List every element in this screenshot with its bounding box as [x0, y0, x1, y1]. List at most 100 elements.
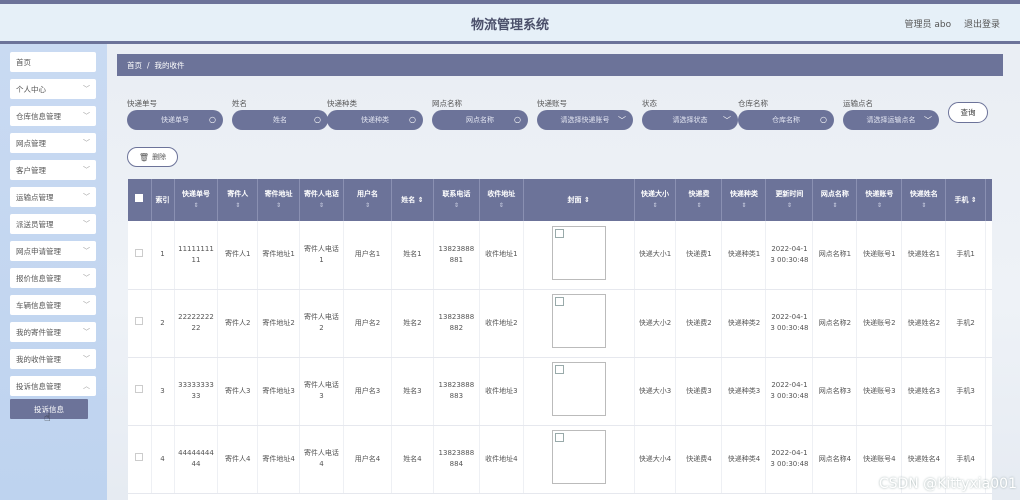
- sort-icon[interactable]: ⇕: [175, 200, 218, 211]
- sidebar-item-my-sent[interactable]: 我的寄件管理 ﹀: [10, 322, 96, 342]
- table-cell: 寄件地址3: [257, 357, 300, 426]
- breadcrumb-home[interactable]: 首页: [127, 60, 142, 71]
- sort-icon[interactable]: ⇕: [480, 200, 523, 211]
- column-header[interactable]: 更新时间 ⇕: [765, 179, 814, 221]
- column-header[interactable]: 联系电话 ⇕: [433, 179, 480, 221]
- query-button[interactable]: 查询: [948, 102, 988, 123]
- column-header[interactable]: 姓名 ⇕: [391, 179, 434, 221]
- transport-point-select[interactable]: 请选择运输点名 ﹀: [843, 110, 939, 130]
- table-cell: 姓名2: [391, 289, 434, 358]
- column-header[interactable]: 快递大小 ⇕: [634, 179, 677, 221]
- search-icon: ○: [314, 115, 321, 124]
- column-header[interactable]: 收件地址 ⇕: [479, 179, 524, 221]
- outlet-name-input[interactable]: 网点名称 ○: [432, 110, 528, 130]
- table-cell: 快递大小4: [634, 425, 677, 494]
- row-checkbox[interactable]: [135, 248, 144, 257]
- chevron-down-icon: ﹀: [83, 193, 90, 201]
- sort-icon[interactable]: ⇕: [857, 200, 901, 211]
- column-header[interactable]: 网点名称 ⇕: [812, 179, 858, 221]
- table-cell: 车牌3: [985, 357, 992, 426]
- table-cell: 快递大小3: [634, 357, 677, 426]
- sort-icon[interactable]: ⇕: [766, 200, 812, 211]
- express-account-select[interactable]: 请选择快递账号 ﹀: [537, 110, 633, 130]
- sidebar-item-transport-point[interactable]: 运输点管理 ﹀: [10, 187, 96, 207]
- sort-icon[interactable]: ⇕: [434, 200, 479, 211]
- filter-name: 姓名 姓名 ○: [232, 98, 328, 130]
- sidebar-item-warehouse[interactable]: 仓库信息管理 ﹀: [10, 106, 96, 126]
- sort-icon[interactable]: ⇕: [258, 200, 299, 211]
- sidebar-subitem-complaint-info[interactable]: 投诉信息 ☝: [10, 399, 88, 424]
- breadcrumb: 首页 / 我的收件: [117, 54, 1003, 76]
- sidebar-item-courier[interactable]: 派送员管理 ﹀: [10, 214, 96, 234]
- sort-icon[interactable]: ⇕: [971, 196, 977, 204]
- sort-icon[interactable]: ⇕: [300, 200, 343, 211]
- sort-icon[interactable]: ⇕: [218, 200, 257, 211]
- column-header[interactable]: 手机 ⇕: [945, 179, 987, 221]
- column-header[interactable]: 寄件人电话 ⇕: [299, 179, 344, 221]
- table-cell: 快递种类1: [721, 221, 767, 290]
- sort-icon[interactable]: ⇕: [344, 200, 391, 211]
- column-header[interactable]: 寄件地址 ⇕: [257, 179, 300, 221]
- chevron-down-icon: ﹀: [83, 355, 90, 363]
- sidebar-item-outlet[interactable]: 网点管理 ﹀: [10, 133, 96, 153]
- column-header[interactable]: 封面 ⇕: [523, 179, 635, 221]
- sidebar-item-my-received[interactable]: 我的收件管理 ﹀: [10, 349, 96, 369]
- table-row[interactable]: 1 1111111111 寄件人1 寄件地址1 寄件人电话1 用户名1 姓名1 1382388…: [128, 221, 992, 290]
- sidebar-item-outlet-application[interactable]: 网点申请管理 ﹀: [10, 241, 96, 261]
- select-all-header[interactable]: [128, 179, 152, 221]
- table-cell: 收件地址2: [479, 289, 524, 358]
- chevron-down-icon: ﹀: [723, 116, 731, 125]
- table-cell: 2022-04-13 00:30:48: [765, 357, 814, 426]
- table-row[interactable]: 2 2222222222 寄件人2 寄件地址2 寄件人电话2 用户名2 姓名2 1382388…: [128, 289, 992, 358]
- sort-icon[interactable]: ⇕: [676, 200, 721, 211]
- status-select[interactable]: 请选择状态 ﹀: [642, 110, 738, 130]
- table-cell: 收件地址1: [479, 221, 524, 290]
- column-header[interactable]: 车牌: [985, 179, 992, 221]
- sort-icon[interactable]: ⇕: [584, 196, 590, 204]
- name-input[interactable]: 姓名 ○: [232, 110, 328, 130]
- chevron-down-icon: ﹀: [83, 139, 90, 147]
- tracking-number-input[interactable]: 快递单号 ○: [127, 110, 223, 130]
- column-header[interactable]: 快递单号 ⇕: [174, 179, 219, 221]
- table-cell: 快递大小1: [634, 221, 677, 290]
- sort-icon[interactable]: ⇕: [722, 200, 765, 211]
- row-checkbox[interactable]: [135, 453, 144, 461]
- table-cell: 车牌2: [985, 289, 992, 358]
- sidebar-item-customer[interactable]: 客户管理 ﹀: [10, 160, 96, 180]
- select-all-checkbox[interactable]: [135, 194, 144, 202]
- table-row[interactable]: 3 3333333333 寄件人3 寄件地址3 寄件人电话3 用户名3 姓名3 1382388…: [128, 357, 992, 426]
- column-header[interactable]: 快递费 ⇕: [675, 179, 723, 221]
- table-cell: 快递费4: [675, 425, 723, 494]
- sidebar-item-vehicle[interactable]: 车辆信息管理 ﹀: [10, 295, 96, 315]
- table-row[interactable]: 4 4444444444 寄件人4 寄件地址4 寄件人电话4 用户名4 姓名4 1382388…: [128, 425, 992, 494]
- column-header[interactable]: 快递种类 ⇕: [721, 179, 767, 221]
- delete-button[interactable]: 🗑 删除: [127, 147, 178, 167]
- column-header[interactable]: 寄件人 ⇕: [217, 179, 259, 221]
- breadcrumb-separator: /: [147, 60, 150, 70]
- sort-icon[interactable]: ⇕: [902, 200, 945, 211]
- sidebar-item-personal-center[interactable]: 个人中心 ﹀: [10, 79, 96, 99]
- column-header[interactable]: 用户名 ⇕: [343, 179, 393, 221]
- sort-icon[interactable]: ⇕: [635, 200, 676, 211]
- app-title: 物流管理系统: [470, 18, 549, 33]
- sidebar-item-home[interactable]: 首页: [10, 52, 96, 72]
- row-checkbox[interactable]: [135, 317, 144, 325]
- logout-link[interactable]: 退出登录: [964, 20, 1000, 30]
- trash-icon: 🗑: [138, 152, 150, 162]
- sort-icon[interactable]: ⇕: [813, 200, 856, 211]
- sidebar-item-quote[interactable]: 报价信息管理 ﹀: [10, 268, 96, 288]
- column-header[interactable]: 快递账号 ⇕: [856, 179, 903, 221]
- column-header[interactable]: 快递姓名 ⇕: [901, 179, 947, 221]
- table-cell: 收件地址3: [479, 357, 524, 426]
- warehouse-name-input[interactable]: 仓库名称 ○: [738, 110, 834, 130]
- data-table: 索引 快递单号 ⇕ 寄件人 ⇕ 寄件地址 ⇕ 寄件人电话 ⇕ 用户名 ⇕ 姓名 ⇕ 联系电…: [128, 179, 992, 500]
- table-cell: 4444444444: [174, 425, 219, 494]
- sort-icon[interactable]: ⇕: [418, 196, 424, 204]
- table-cell: 快递费1: [675, 221, 723, 290]
- table-cell: 快递种类2: [721, 289, 767, 358]
- row-checkbox[interactable]: [135, 385, 144, 393]
- sidebar-item-complaint[interactable]: 投诉信息管理 ︿: [10, 376, 96, 396]
- express-type-input[interactable]: 快递种类 ○: [327, 110, 423, 130]
- table-cell: 快递姓名3: [901, 357, 947, 426]
- table-cell: 车牌1: [985, 221, 992, 290]
